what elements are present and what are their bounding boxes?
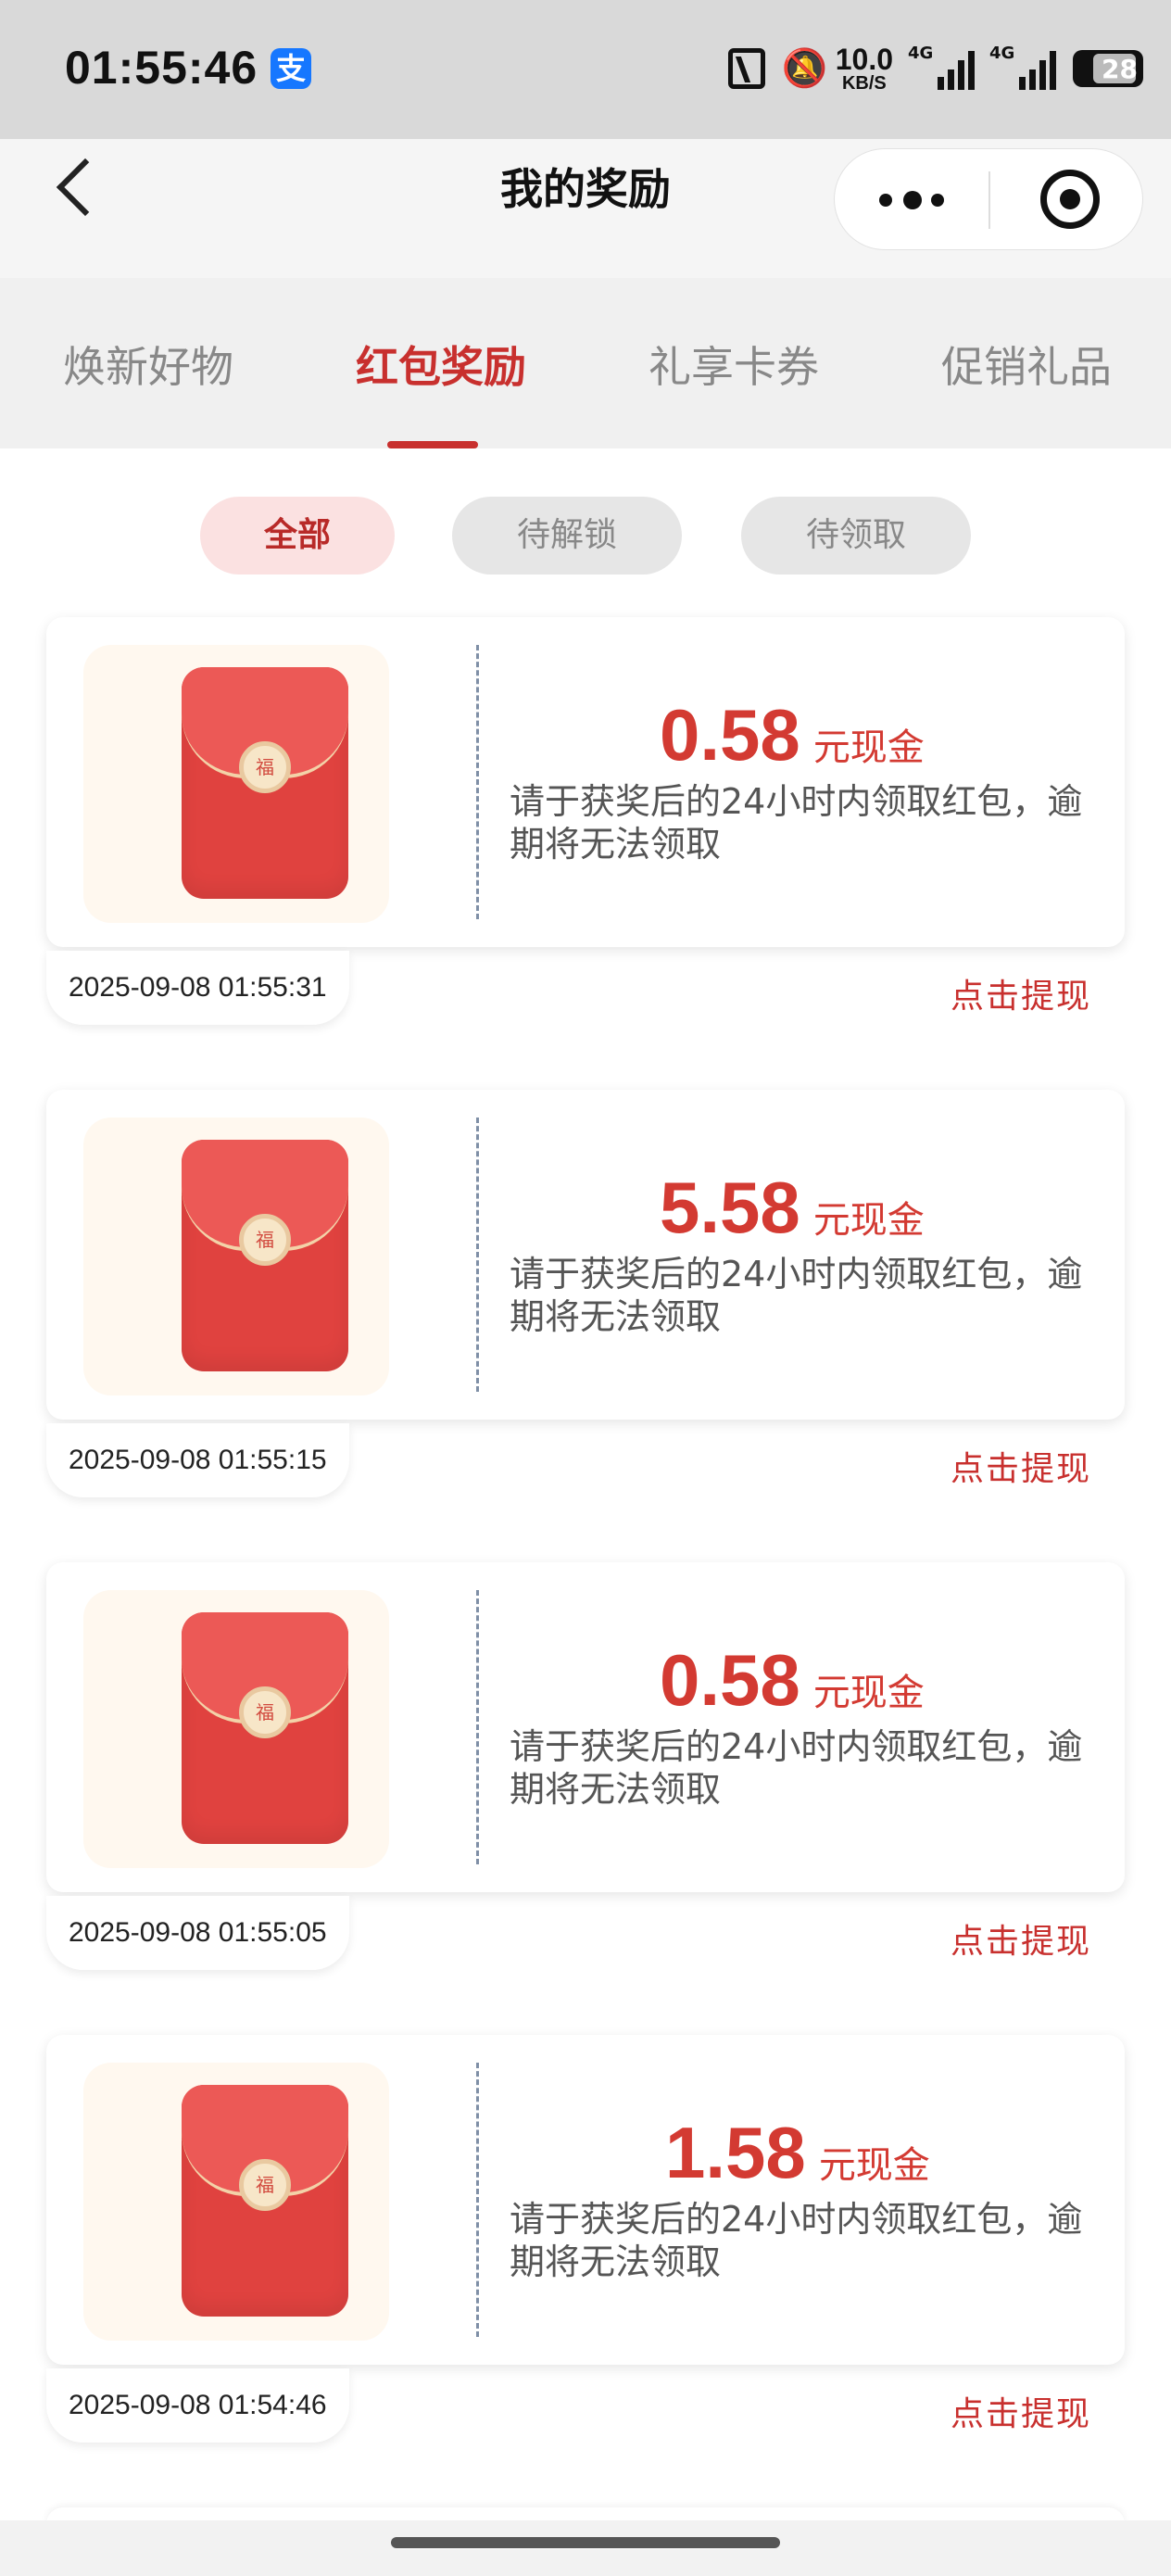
card-divider xyxy=(476,1590,479,1864)
category-tabs: 焕新好物 红包奖励 礼享卡券 促销礼品 xyxy=(0,278,1171,448)
filter-to-unlock[interactable]: 待解锁 xyxy=(452,497,682,575)
envelope-seal: 福 xyxy=(239,1686,291,1738)
amount-line: 0.58 元现金 xyxy=(660,693,1123,777)
net-speed-value: 10.0 xyxy=(835,43,893,76)
net-speed-unit: KB/S xyxy=(841,73,887,94)
envelope-seal: 福 xyxy=(239,2159,291,2211)
reward-date: 2025-09-08 01:55:31 xyxy=(46,951,349,1025)
close-miniprogram-icon[interactable] xyxy=(1040,170,1100,229)
reward-unit: 元现金 xyxy=(812,726,925,769)
battery-icon: 28 xyxy=(1073,50,1143,87)
nfc-icon xyxy=(727,48,765,89)
active-tab-indicator xyxy=(387,441,478,448)
withdraw-button[interactable]: 点击提现 xyxy=(951,1442,1091,1490)
reward-date: 2025-09-08 01:55:15 xyxy=(46,1423,349,1497)
reward-unit: 元现金 xyxy=(818,2144,930,2187)
card-divider xyxy=(476,1118,479,1392)
reward-description: 请于获奖后的24小时内领取红包，逾期将无法领取 xyxy=(510,781,1083,865)
reward-amount: 5.58 xyxy=(660,1167,800,1248)
status-time: 01:55:46 xyxy=(65,42,258,94)
status-icons: 🔕 10.0 KB/S 4G 4G 28 xyxy=(727,43,1143,95)
more-dots-icon[interactable] xyxy=(879,191,944,209)
red-envelope-icon: 福 xyxy=(182,1140,348,1371)
red-envelope-icon: 福 xyxy=(182,667,348,899)
tab-renew-goods[interactable]: 焕新好物 xyxy=(63,334,233,395)
reward-date: 2025-09-08 01:55:05 xyxy=(46,1896,349,1970)
card-divider xyxy=(476,645,479,919)
reward-date: 2025-09-08 01:54:46 xyxy=(46,2368,349,2443)
signal-icon-2: 4G xyxy=(989,44,1056,90)
reward-description: 请于获奖后的24小时内领取红包，逾期将无法领取 xyxy=(510,1726,1083,1810)
alipay-icon: 支 xyxy=(271,48,311,89)
tab-red-packet-rewards[interactable]: 红包奖励 xyxy=(356,334,526,395)
withdraw-button[interactable]: 点击提现 xyxy=(951,969,1091,1017)
amount-line: 1.58 元现金 xyxy=(665,2111,1128,2195)
signal-label-2: 4G xyxy=(989,44,1015,63)
capsule-divider xyxy=(988,171,990,229)
filter-all[interactable]: 全部 xyxy=(200,497,395,575)
battery-level: 28 xyxy=(1102,53,1138,84)
signal-icon-1: 4G xyxy=(908,44,975,90)
reward-amount: 0.58 xyxy=(660,694,800,776)
withdraw-button[interactable]: 点击提现 xyxy=(951,1914,1091,1963)
red-envelope-icon: 福 xyxy=(182,2085,348,2317)
mini-program-capsule xyxy=(834,148,1143,250)
tab-promo-gifts[interactable]: 促销礼品 xyxy=(941,334,1112,395)
home-indicator[interactable] xyxy=(391,2537,780,2548)
filter-to-claim[interactable]: 待领取 xyxy=(741,497,971,575)
mute-bell-icon: 🔕 xyxy=(781,47,828,90)
signal-label-1: 4G xyxy=(908,44,934,63)
reward-amount: 1.58 xyxy=(665,2112,806,2193)
reward-description: 请于获奖后的24小时内领取红包，逾期将无法领取 xyxy=(510,1254,1083,1337)
amount-line: 0.58 元现金 xyxy=(660,1638,1123,1723)
reward-unit: 元现金 xyxy=(812,1672,925,1714)
reward-unit: 元现金 xyxy=(812,1199,925,1242)
status-bar: 01:55:46 支 🔕 10.0 KB/S 4G 4G 28 xyxy=(0,0,1171,139)
net-speed: 10.0 KB/S xyxy=(836,44,893,93)
reward-amount: 0.58 xyxy=(660,1639,800,1721)
envelope-seal: 福 xyxy=(239,741,291,793)
withdraw-button[interactable]: 点击提现 xyxy=(951,2387,1091,2435)
red-envelope-icon: 福 xyxy=(182,1612,348,1844)
amount-line: 5.58 元现金 xyxy=(660,1166,1123,1250)
card-divider xyxy=(476,2063,479,2337)
envelope-seal: 福 xyxy=(239,1214,291,1266)
tab-gift-cards[interactable]: 礼享卡券 xyxy=(648,334,819,395)
bottom-bar xyxy=(0,2520,1171,2576)
reward-description: 请于获奖后的24小时内领取红包，逾期将无法领取 xyxy=(510,2199,1083,2282)
